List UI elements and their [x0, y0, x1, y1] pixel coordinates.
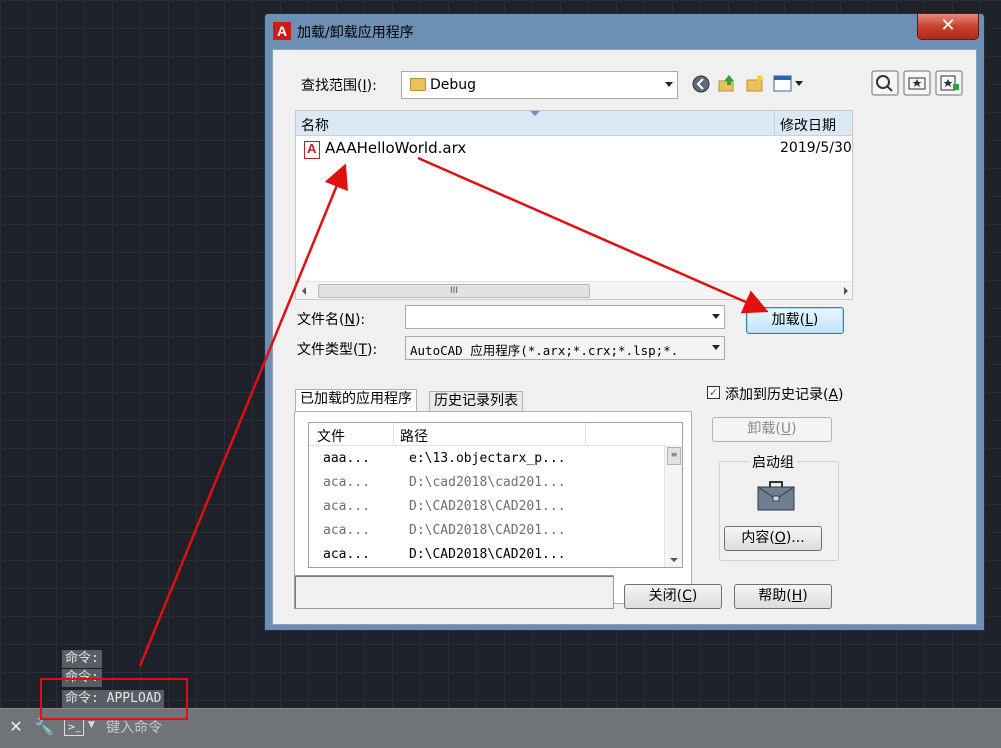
file-list: 名称 修改日期 AAAHelloWorld.arx 2019/5/30 III	[295, 110, 853, 300]
scrollbar-thumb[interactable]: III	[318, 284, 590, 298]
command-history-line-1: 命令:	[62, 650, 102, 668]
column-date[interactable]: 修改日期	[780, 115, 836, 135]
dialog-title: 加载/卸载应用程序	[297, 25, 414, 41]
file-date: 2019/5/30	[780, 140, 852, 156]
favorites-folder-icon[interactable]	[903, 70, 931, 96]
add-history-checkbox[interactable]: ✓	[707, 386, 720, 399]
file-list-header: 名称 修改日期	[296, 111, 852, 136]
close-icon[interactable]: ✕	[8, 719, 24, 735]
column-path[interactable]: 路径	[400, 426, 428, 446]
command-prompt-icon[interactable]: >_	[64, 719, 84, 736]
lookin-combo[interactable]: Debug	[401, 71, 678, 99]
chevron-down-icon	[712, 345, 720, 350]
loaded-applications-list: 文件 路径 aaa... e:\13.objectarx_p... aca...…	[308, 422, 683, 568]
add-favorites-icon[interactable]	[935, 70, 963, 96]
chevron-down-icon	[712, 314, 720, 319]
vertical-scrollbar[interactable]: ≡	[664, 445, 682, 567]
scrollbar-thumb[interactable]: ≡	[667, 447, 681, 465]
lookin-value: Debug	[430, 77, 477, 93]
filename-combo[interactable]	[405, 305, 725, 329]
dialog-close-button[interactable]: ✕	[917, 14, 979, 40]
contents-button[interactable]: 内容(O)...	[724, 526, 822, 551]
arx-file-icon	[304, 141, 320, 159]
scroll-down-icon[interactable]	[670, 558, 678, 562]
loaded-row[interactable]: aca... D:\CAD2018\CAD201...	[309, 543, 664, 567]
column-name[interactable]: 名称	[301, 115, 329, 135]
tab-history-list[interactable]: 历史记录列表	[429, 391, 523, 411]
startup-group-title: 启动组	[749, 452, 797, 472]
horizontal-scrollbar[interactable]: III	[296, 281, 852, 299]
tab-loaded-applications[interactable]: 已加载的应用程序	[295, 389, 417, 411]
lookin-label: 查找范围(I):	[301, 78, 377, 94]
help-button[interactable]: 帮助(H)	[734, 584, 832, 609]
unload-button[interactable]: 卸载(U)	[712, 417, 832, 442]
close-button[interactable]: 关闭(C)	[624, 584, 722, 609]
status-field	[294, 575, 614, 609]
scroll-right-icon[interactable]	[844, 287, 848, 295]
dialog-client-area: 查找范围(I): Debug 名称 修改日期 A AAAHelloWorld.a…	[272, 49, 977, 625]
load-button[interactable]: 加载(L)	[746, 307, 844, 334]
briefcase-icon	[757, 481, 795, 511]
loaded-row[interactable]: aca... D:\cad2018\cad201...	[309, 471, 664, 495]
add-history-label: 添加到历史记录(A)	[725, 387, 844, 403]
autocad-logo-icon: A	[273, 22, 291, 40]
appload-dialog: A 加载/卸载应用程序 ✕ 查找范围(I): Debug 名称 修改日期 A A…	[264, 13, 985, 631]
up-folder-icon[interactable]	[717, 73, 737, 93]
command-input[interactable]: 键入命令	[106, 717, 162, 737]
filetype-label: 文件类型(T):	[297, 342, 378, 358]
folder-icon	[410, 78, 426, 91]
loaded-row[interactable]: aaa... e:\13.objectarx_p...	[309, 447, 664, 471]
scroll-left-icon[interactable]	[302, 287, 306, 295]
column-file[interactable]: 文件	[317, 426, 345, 446]
loaded-row[interactable]: aca... D:\CAD2018\CAD201...	[309, 519, 664, 543]
find-icon[interactable]	[871, 70, 899, 96]
sort-arrow-icon	[530, 111, 540, 116]
chevron-down-icon[interactable]: ▼	[88, 720, 95, 730]
chevron-down-icon	[665, 82, 673, 87]
loaded-row[interactable]: aca... D:\CAD2018\CAD201...	[309, 495, 664, 519]
views-menu-icon[interactable]	[773, 74, 805, 94]
filetype-combo[interactable]: AutoCAD 应用程序(*.arx;*.crx;*.lsp;*.	[405, 336, 725, 360]
filetype-value: AutoCAD 应用程序(*.arx;*.crx;*.lsp;*.	[410, 343, 679, 358]
loaded-list-header: 文件 路径	[309, 423, 682, 446]
new-folder-icon[interactable]	[745, 73, 765, 93]
file-name: AAAHelloWorld.arx	[325, 139, 467, 157]
back-icon[interactable]	[691, 74, 711, 94]
annotation-highlight-box	[40, 678, 188, 720]
filename-label: 文件名(N):	[297, 312, 366, 328]
